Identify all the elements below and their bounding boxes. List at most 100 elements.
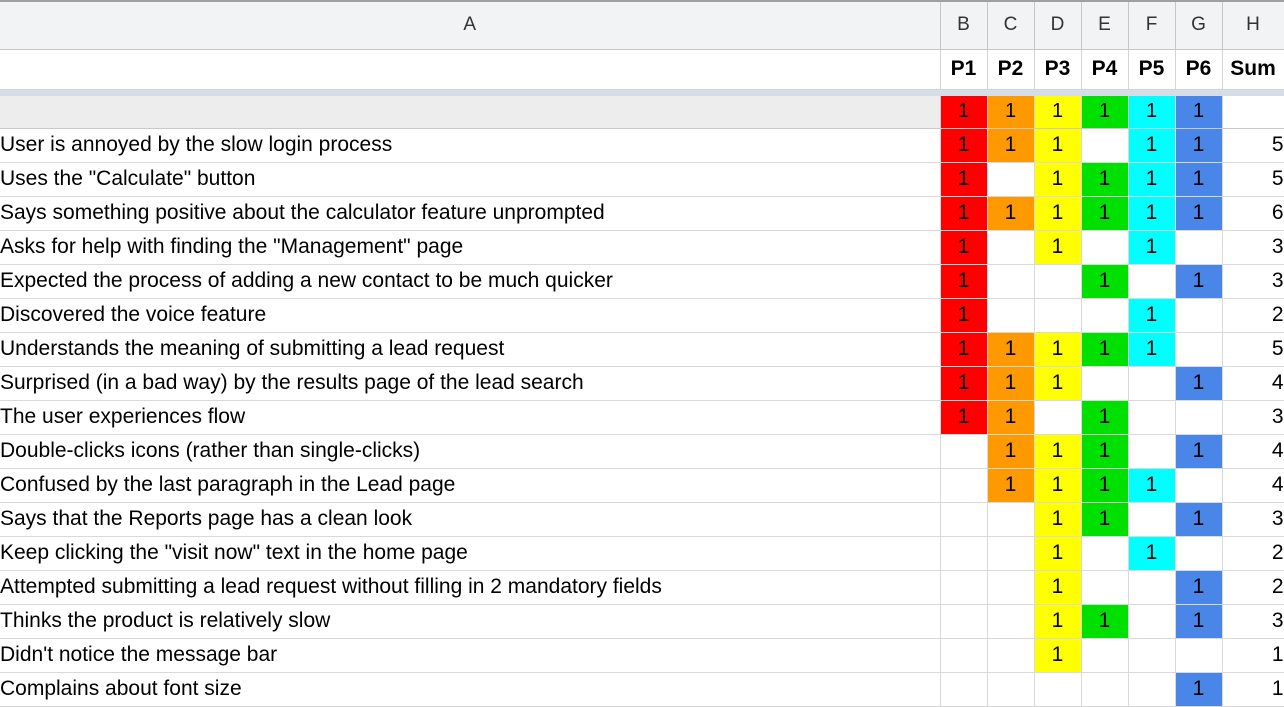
mark-cell-p6[interactable]: 1 [1175, 502, 1223, 537]
legend-swatch-p3[interactable]: 1 [1034, 96, 1082, 129]
mark-cell-p3[interactable]: 1 [1034, 162, 1082, 197]
mark-cell-p3[interactable]: 1 [1034, 502, 1082, 537]
mark-cell-p4[interactable] [1081, 230, 1129, 265]
column-header-d[interactable]: D [1034, 2, 1082, 50]
participant-header-p4[interactable]: P4 [1081, 49, 1129, 90]
mark-cell-p5[interactable]: 1 [1128, 196, 1176, 231]
observation-label-cell[interactable]: Expected the process of adding a new con… [0, 264, 941, 299]
mark-cell-p3[interactable]: 1 [1034, 604, 1082, 639]
legend-swatch-p2[interactable]: 1 [987, 96, 1035, 129]
mark-cell-p6[interactable]: 1 [1175, 196, 1223, 231]
row-sum-cell[interactable]: 4 [1222, 468, 1284, 503]
mark-cell-p2[interactable]: 1 [987, 434, 1035, 469]
mark-cell-p5[interactable]: 1 [1128, 128, 1176, 163]
mark-cell-p6[interactable]: 1 [1175, 434, 1223, 469]
mark-cell-p1[interactable] [940, 502, 988, 537]
observation-label-cell[interactable]: Thinks the product is relatively slow [0, 604, 941, 639]
mark-cell-p1[interactable] [940, 638, 988, 673]
participant-header-p2[interactable]: P2 [987, 49, 1035, 90]
mark-cell-p5[interactable]: 1 [1128, 162, 1176, 197]
sum-column-header[interactable]: Sum [1222, 49, 1284, 90]
mark-cell-p5[interactable] [1128, 638, 1176, 673]
mark-cell-p5[interactable]: 1 [1128, 536, 1176, 571]
mark-cell-p5[interactable] [1128, 672, 1176, 707]
legend-swatch-p6[interactable]: 1 [1175, 96, 1223, 129]
legend-swatch-p5[interactable]: 1 [1128, 96, 1176, 129]
mark-cell-p2[interactable] [987, 638, 1035, 673]
row-sum-cell[interactable]: 2 [1222, 570, 1284, 605]
mark-cell-p3[interactable]: 1 [1034, 638, 1082, 673]
mark-cell-p3[interactable]: 1 [1034, 434, 1082, 469]
mark-cell-p1[interactable]: 1 [940, 400, 988, 435]
observation-label-cell[interactable]: The user experiences flow [0, 400, 941, 435]
mark-cell-p4[interactable]: 1 [1081, 400, 1129, 435]
mark-cell-p3[interactable] [1034, 298, 1082, 333]
mark-cell-p6[interactable]: 1 [1175, 128, 1223, 163]
mark-cell-p5[interactable] [1128, 400, 1176, 435]
mark-cell-p3[interactable] [1034, 264, 1082, 299]
observation-label-cell[interactable]: Didn't notice the message bar [0, 638, 941, 673]
mark-cell-p5[interactable]: 1 [1128, 298, 1176, 333]
mark-cell-p2[interactable]: 1 [987, 128, 1035, 163]
mark-cell-p2[interactable]: 1 [987, 196, 1035, 231]
mark-cell-p4[interactable] [1081, 672, 1129, 707]
mark-cell-p1[interactable]: 1 [940, 264, 988, 299]
mark-cell-p1[interactable] [940, 570, 988, 605]
column-header-c[interactable]: C [987, 2, 1035, 50]
column-header-h[interactable]: H [1222, 2, 1284, 50]
legend-swatch-p4[interactable]: 1 [1081, 96, 1129, 129]
legend-sum-cell[interactable] [1222, 96, 1284, 129]
mark-cell-p2[interactable] [987, 502, 1035, 537]
participant-header-p3[interactable]: P3 [1034, 49, 1082, 90]
mark-cell-p5[interactable] [1128, 604, 1176, 639]
label-column-header[interactable] [0, 49, 941, 90]
mark-cell-p3[interactable]: 1 [1034, 128, 1082, 163]
mark-cell-p1[interactable]: 1 [940, 162, 988, 197]
mark-cell-p5[interactable] [1128, 570, 1176, 605]
mark-cell-p6[interactable] [1175, 230, 1223, 265]
mark-cell-p1[interactable] [940, 468, 988, 503]
mark-cell-p4[interactable]: 1 [1081, 332, 1129, 367]
mark-cell-p2[interactable] [987, 672, 1035, 707]
mark-cell-p6[interactable]: 1 [1175, 264, 1223, 299]
row-sum-cell[interactable]: 1 [1222, 638, 1284, 673]
mark-cell-p3[interactable]: 1 [1034, 366, 1082, 401]
mark-cell-p1[interactable]: 1 [940, 128, 988, 163]
participant-header-p1[interactable]: P1 [940, 49, 988, 90]
mark-cell-p6[interactable] [1175, 638, 1223, 673]
mark-cell-p6[interactable] [1175, 332, 1223, 367]
row-sum-cell[interactable]: 3 [1222, 502, 1284, 537]
mark-cell-p4[interactable]: 1 [1081, 162, 1129, 197]
row-sum-cell[interactable]: 3 [1222, 400, 1284, 435]
mark-cell-p2[interactable]: 1 [987, 400, 1035, 435]
mark-cell-p4[interactable] [1081, 366, 1129, 401]
mark-cell-p2[interactable] [987, 162, 1035, 197]
mark-cell-p2[interactable] [987, 298, 1035, 333]
legend-swatch-p1[interactable]: 1 [940, 96, 988, 129]
mark-cell-p3[interactable]: 1 [1034, 536, 1082, 571]
observation-label-cell[interactable]: Uses the "Calculate" button [0, 162, 941, 197]
mark-cell-p4[interactable]: 1 [1081, 264, 1129, 299]
mark-cell-p3[interactable] [1034, 400, 1082, 435]
mark-cell-p2[interactable] [987, 604, 1035, 639]
column-header-a[interactable]: A [0, 2, 941, 50]
observation-label-cell[interactable]: Asks for help with finding the "Manageme… [0, 230, 941, 265]
mark-cell-p3[interactable]: 1 [1034, 570, 1082, 605]
mark-cell-p2[interactable]: 1 [987, 468, 1035, 503]
mark-cell-p6[interactable]: 1 [1175, 672, 1223, 707]
legend-label-cell[interactable] [0, 96, 941, 129]
mark-cell-p1[interactable]: 1 [940, 196, 988, 231]
mark-cell-p6[interactable] [1175, 298, 1223, 333]
mark-cell-p3[interactable]: 1 [1034, 332, 1082, 367]
mark-cell-p1[interactable] [940, 672, 988, 707]
mark-cell-p3[interactable]: 1 [1034, 468, 1082, 503]
mark-cell-p6[interactable] [1175, 468, 1223, 503]
observation-label-cell[interactable]: Confused by the last paragraph in the Le… [0, 468, 941, 503]
mark-cell-p5[interactable]: 1 [1128, 230, 1176, 265]
observation-label-cell[interactable]: User is annoyed by the slow login proces… [0, 128, 941, 163]
observation-label-cell[interactable]: Attempted submitting a lead request with… [0, 570, 941, 605]
mark-cell-p6[interactable] [1175, 536, 1223, 571]
row-sum-cell[interactable]: 4 [1222, 366, 1284, 401]
mark-cell-p4[interactable]: 1 [1081, 196, 1129, 231]
mark-cell-p4[interactable] [1081, 638, 1129, 673]
